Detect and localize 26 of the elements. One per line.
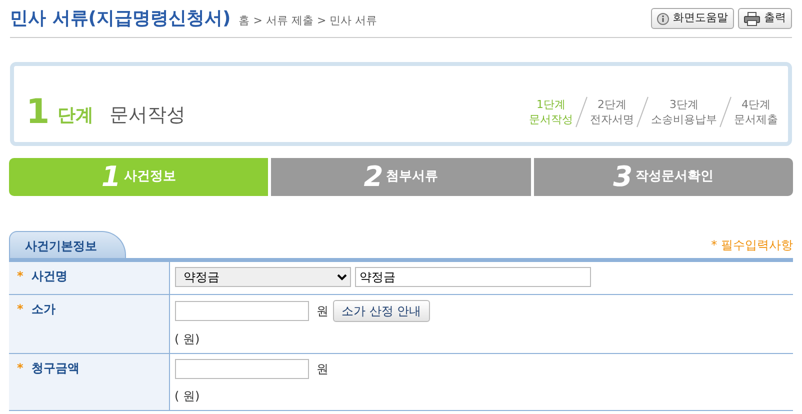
page-title: 민사 서류(지급명령신청서)	[10, 7, 231, 31]
unit-label: 원	[316, 302, 328, 320]
stage-unit: 단계	[58, 104, 94, 128]
amount-note: ( 원)	[174, 388, 201, 404]
case-name-field[interactable]: 약정금	[354, 267, 590, 287]
amount-field[interactable]	[174, 358, 308, 378]
field-label: * 청구금액	[9, 353, 169, 410]
step-indicator: 3단계 소송비용납부	[651, 96, 717, 128]
step-indicator: 1단계 문서작성	[529, 96, 573, 128]
print-button[interactable]: 출력	[738, 8, 792, 29]
info-icon	[657, 12, 669, 24]
help-button[interactable]: 화면도움말	[651, 8, 734, 29]
unit-label: 원	[316, 360, 328, 378]
required-note: * 필수입력사항	[711, 237, 793, 254]
amount-note: ( 원)	[174, 330, 201, 348]
step-indicator: 2단계 전자서명	[590, 96, 634, 128]
amount-field[interactable]	[174, 300, 308, 320]
step-indicator: 4단계 문서제출	[734, 96, 778, 128]
case-type-select[interactable]: 약정금	[174, 267, 350, 287]
field-label: * 소가	[9, 294, 169, 353]
breadcrumb: 홈 > 서류 제출 > 민사 서류	[238, 13, 378, 29]
printer-icon	[744, 12, 760, 26]
field-label: * 사건명	[9, 262, 169, 294]
guide-button[interactable]: 소가 산정 안내	[332, 300, 430, 322]
stage-number: 1	[26, 95, 50, 129]
stage-name: 문서작성	[110, 102, 186, 128]
